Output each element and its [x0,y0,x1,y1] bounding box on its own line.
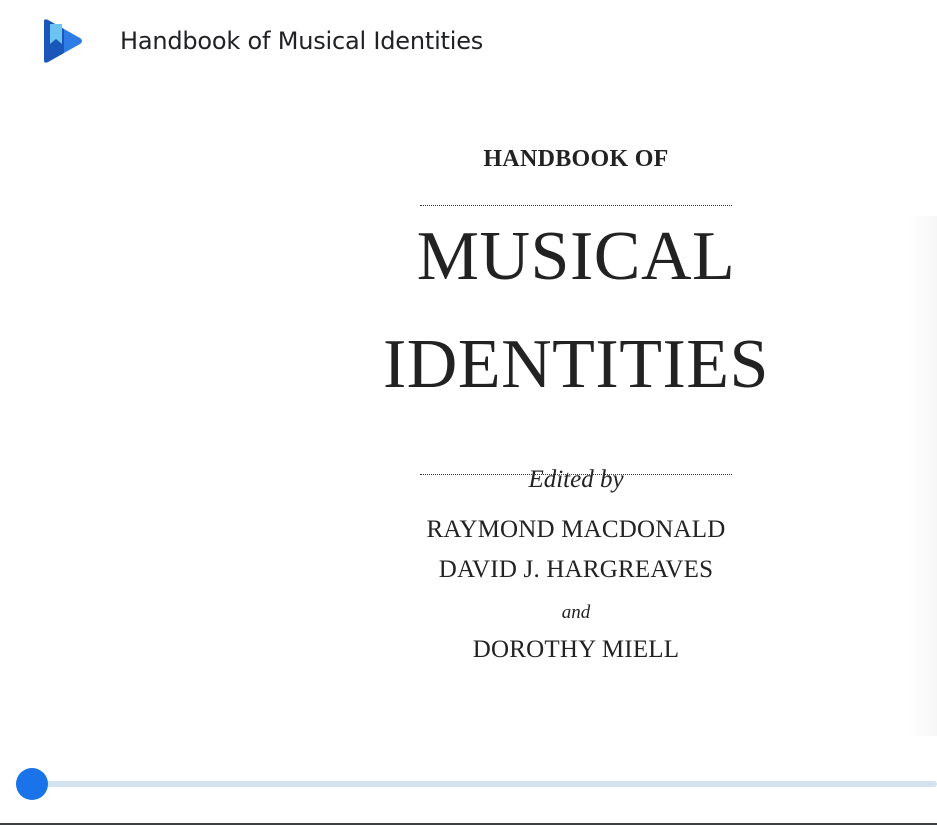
progress-track[interactable] [16,781,937,787]
book-title: Handbook of Musical Identities [120,27,484,55]
reading-progress-slider[interactable] [16,768,937,800]
page-edge-shadow [907,216,937,736]
conjunction-label: and [561,602,591,623]
pre-title: HANDBOOK OF [483,146,669,172]
edited-by-label: Edited by [528,466,624,493]
book-page[interactable]: HANDBOOK OF MUSICAL IDENTITIES Edited by… [0,86,937,766]
editor-name: DOROTHY MIELL [472,636,680,663]
google-play-books-icon[interactable] [40,18,84,64]
editor-name: RAYMOND MACDONALD [426,516,726,543]
app-header: Handbook of Musical Identities [0,0,937,86]
main-title-line-1: MUSICAL [416,218,736,295]
divider-top [420,205,732,206]
main-title-line-2: IDENTITIES [382,326,769,403]
editor-name: DAVID J. HARGREAVES [438,556,714,583]
progress-thumb[interactable] [16,768,48,800]
